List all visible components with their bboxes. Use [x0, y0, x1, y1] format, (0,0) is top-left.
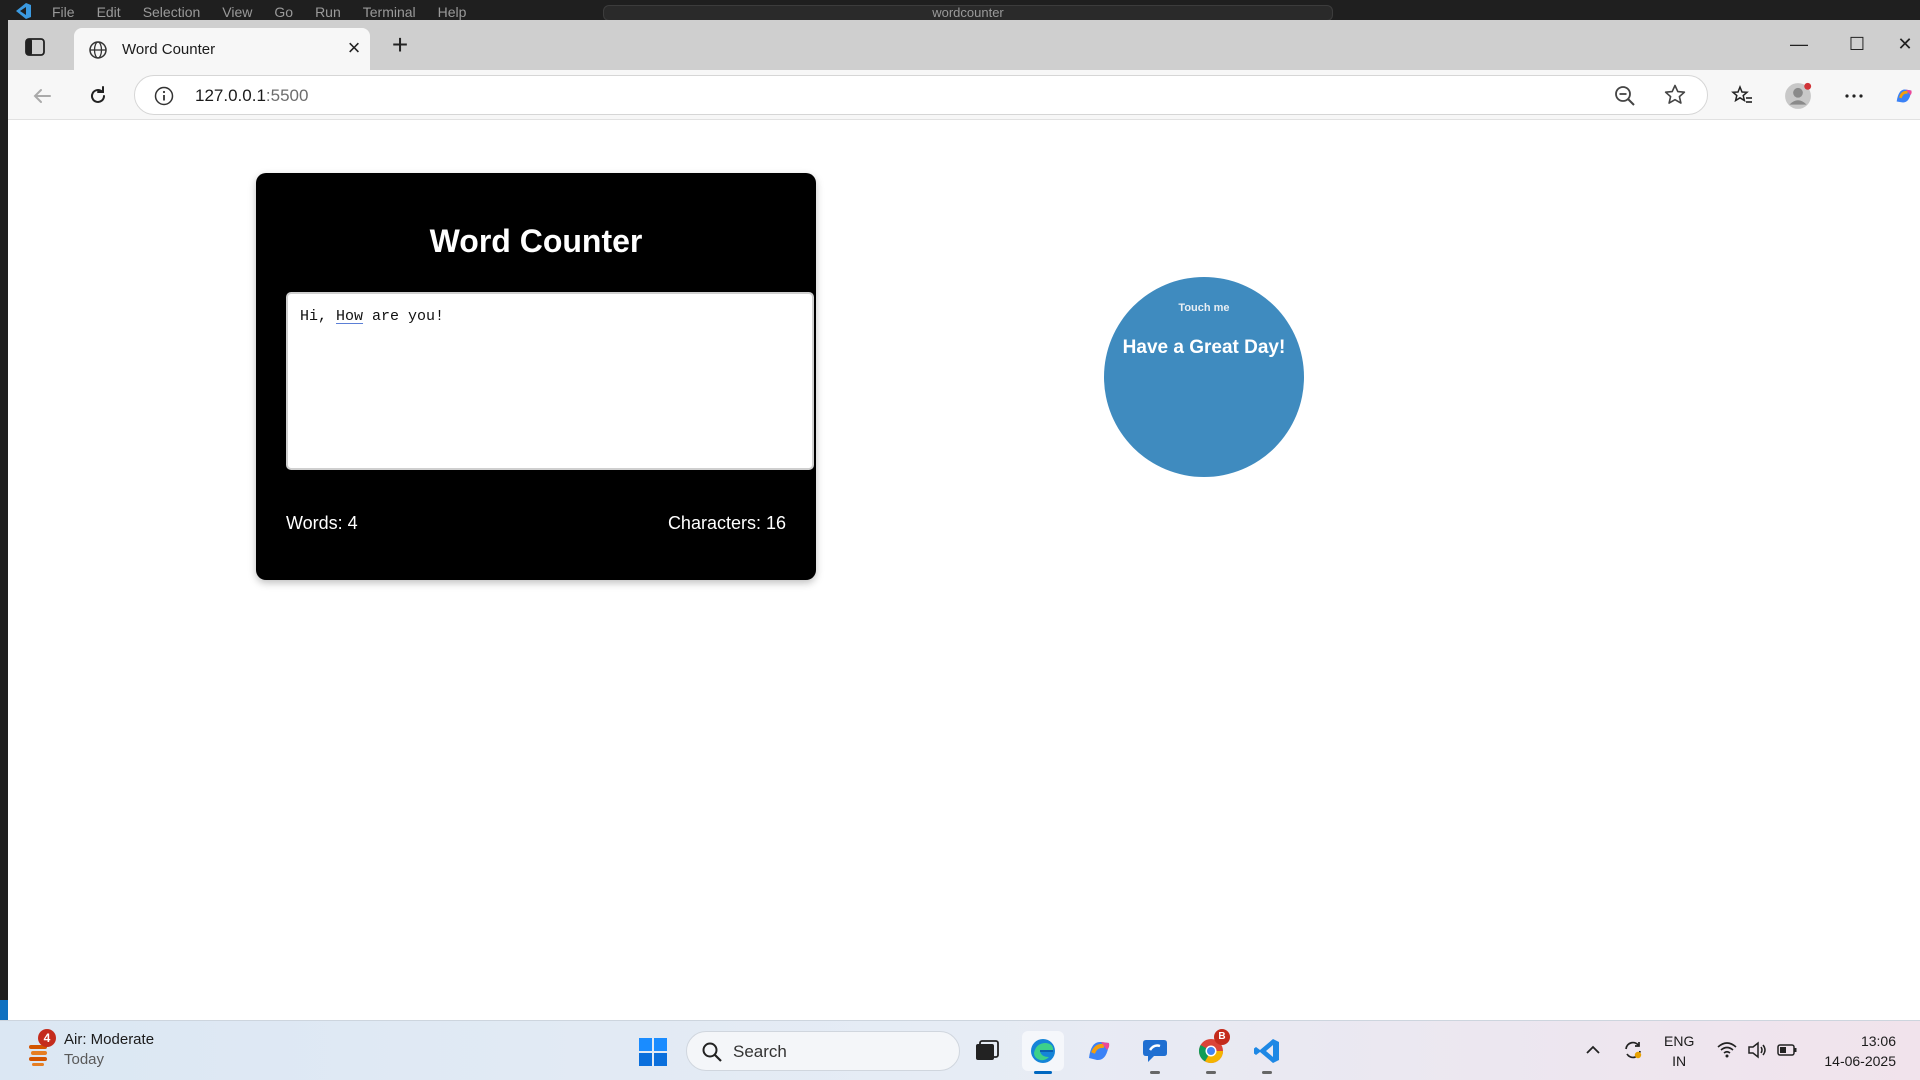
task-view-icon[interactable] — [966, 1031, 1008, 1071]
app-running-indicator — [1262, 1071, 1272, 1074]
vscode-status-edge — [0, 1000, 8, 1020]
address-text: 127.0.0.1:5500 — [195, 86, 308, 106]
chrome-app-icon[interactable]: B — [1190, 1029, 1232, 1074]
sync-icon[interactable] — [1622, 1039, 1644, 1061]
edge-app-icon[interactable] — [1022, 1031, 1064, 1074]
region-code: IN — [1672, 1053, 1687, 1069]
back-icon[interactable] — [26, 80, 58, 112]
vscode-menu-view[interactable]: View — [222, 4, 252, 20]
text-input-value-end: are you! — [363, 308, 445, 325]
page-viewport: Word Counter Hi, How are you! Words: 4 C… — [8, 120, 1920, 1020]
vscode-title-bar: File Edit Selection View Go Run Terminal… — [0, 0, 1920, 22]
copilot-icon[interactable] — [1888, 80, 1920, 112]
vscode-menu-go[interactable]: Go — [274, 4, 293, 20]
new-tab-icon[interactable]: + — [388, 31, 412, 59]
edge-active-indicator — [1034, 1071, 1052, 1074]
vscode-menu-edit[interactable]: Edit — [97, 4, 121, 20]
address-bar[interactable]: 127.0.0.1:5500 — [134, 75, 1708, 115]
refresh-icon[interactable] — [82, 80, 114, 112]
vscode-app-icon[interactable] — [1246, 1031, 1288, 1074]
show-hidden-icons-chevron-up-icon[interactable] — [1582, 1039, 1604, 1061]
clock-time: 13:06 — [1860, 1033, 1896, 1049]
globe-icon — [88, 40, 108, 60]
vscode-menu-run[interactable]: Run — [315, 4, 341, 20]
start-icon[interactable] — [638, 1037, 668, 1067]
copilot-app-icon[interactable] — [1078, 1031, 1120, 1071]
vscode-menu-terminal[interactable]: Terminal — [363, 4, 416, 20]
spellcheck-word: How — [336, 308, 364, 325]
taskbar: 4 Air: Moderate Today Search B ENG IN 13… — [0, 1020, 1920, 1080]
vscode-logo-icon — [10, 2, 32, 20]
wifi-icon[interactable] — [1716, 1039, 1738, 1061]
page-title: Word Counter — [429, 223, 643, 259]
app-running-indicator — [1150, 1071, 1160, 1074]
browser-window: Word Counter × + — ☐ ✕ 127.0.0.1:5500 Wo… — [8, 20, 1920, 1020]
close-window-icon[interactable]: ✕ — [1890, 32, 1920, 56]
circle-hint: Touch me — [1178, 302, 1230, 314]
app-running-indicator — [1206, 1071, 1216, 1074]
favorite-star-icon[interactable] — [1663, 83, 1687, 107]
site-info-icon[interactable] — [153, 85, 175, 107]
vscode-menu-file[interactable]: File — [52, 4, 75, 20]
word-count: Words: 4 — [286, 513, 358, 533]
browser-toolbar: 127.0.0.1:5500 — [8, 70, 1920, 120]
taskbar-search[interactable]: Search — [686, 1031, 960, 1071]
remote-desktop-app-icon[interactable] — [1134, 1031, 1176, 1074]
minimize-icon[interactable]: — — [1784, 32, 1814, 56]
vscode-menu-help[interactable]: Help — [438, 4, 467, 20]
clock-date: 14-06-2025 — [1824, 1053, 1896, 1069]
vscode-menu: File Edit Selection View Go Run Terminal… — [52, 4, 466, 20]
tab-word-counter[interactable]: Word Counter × — [74, 28, 370, 70]
character-count: Characters: 16 — [667, 513, 786, 533]
vscode-search-box[interactable]: wordcounter — [603, 5, 1333, 21]
vscode-menu-selection[interactable]: Selection — [143, 4, 201, 20]
tab-close-icon[interactable]: × — [344, 37, 364, 59]
text-input-value-start: Hi, — [300, 308, 337, 325]
profile-avatar-icon[interactable] — [1782, 80, 1814, 112]
circle-message: Have a Great Day! — [1122, 337, 1286, 358]
zoom-out-icon[interactable] — [1613, 84, 1637, 108]
weather-subtitle: Today — [64, 1051, 105, 1068]
battery-icon[interactable] — [1776, 1039, 1798, 1061]
search-placeholder: Search — [733, 1042, 787, 1061]
address-port: :5500 — [265, 86, 309, 105]
volume-icon[interactable] — [1746, 1039, 1768, 1061]
weather-badge: 4 — [38, 1029, 56, 1047]
tab-actions-icon[interactable] — [24, 36, 48, 58]
maximize-icon[interactable]: ☐ — [1842, 32, 1872, 56]
text-input[interactable]: Hi, How are you! — [286, 292, 814, 470]
word-counter-card: Word Counter Hi, How are you! Words: 4 C… — [256, 173, 816, 580]
language-indicator[interactable]: ENG IN — [1664, 1031, 1694, 1071]
favorites-icon[interactable] — [1726, 80, 1758, 112]
tab-strip: Word Counter × + — ☐ ✕ — [8, 20, 1920, 70]
vscode-activity-edge — [0, 22, 8, 1020]
language-code: ENG — [1664, 1033, 1695, 1049]
system-clock[interactable]: 13:06 14-06-2025 — [1810, 1031, 1896, 1071]
weather-title[interactable]: Air: Moderate — [64, 1031, 154, 1048]
greeting-circle[interactable]: Touch me Have a Great Day! — [1104, 277, 1304, 477]
more-options-icon[interactable] — [1838, 80, 1870, 112]
address-host: 127.0.0.1 — [195, 86, 266, 105]
search-icon — [701, 1041, 723, 1063]
tab-title: Word Counter — [122, 41, 216, 58]
chrome-profile-badge: B — [1214, 1029, 1230, 1045]
